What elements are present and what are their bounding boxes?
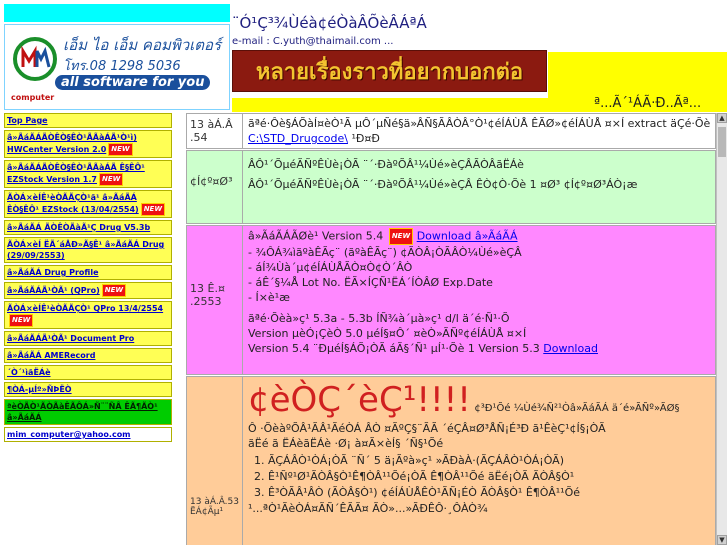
sidebar-item[interactable]: â»ÃáÃÁ AMERecord	[4, 348, 172, 363]
row-content: ãªé·Ôè§ÁÕàÍ¤èÒ¹Ã µÔ´µÑé§ä»ÂÑ§ÃÂÒÂ°Ò¹¢éÍÁ…	[244, 114, 715, 148]
row-content: ¢èÒÇ´èÇ¹!!!! ¢³Ð¹Õé ¼Ùé¾Ñ²¹Òâ»ÃáÃÁ ä´é»Ã…	[244, 377, 715, 545]
list-item: Ê¹Ñº¹Ø¹ÃÒÂ§Ò¹Ê¶ÒÂ¹¹Õé¡ÒÃ Ê¶ÒÂ¹¹Õé ãËé¡ÒÃ…	[268, 469, 711, 485]
row-line: Ô ·ÕèàºÕÂ¹ÃÂ¹ÃéÒÁ ÂÒ ¤ÃºÇ§¨ÃÃ ´éÇÂ¤Ø³ÅÑ¡…	[248, 421, 711, 436]
sidebar-item-label: ÃÒÁ×èÍÊ¹èÒÃÃÇÒ¹ã¹ â»ÃáÃÁ ÊÒ§ÊÔ¹ EZStock …	[7, 193, 139, 214]
new-badge: NEW	[102, 284, 126, 297]
row-text: ¢³Ð¹Õé ¼Ùé¾Ñ²¹Òâ»ÃáÃÁ ä´é»ÃÑº»ÃØ§	[474, 403, 679, 414]
sidebar-item-label: â»ÃáÃÁ ÃÒÊÒÃàÃ¹Ç Drug V5.3b	[7, 223, 150, 232]
row-line: ãËé ã ËÁèãËÁè ·Ø¡ à¤Ã×èÍ§ ´Ñ§¹Õé	[248, 436, 711, 451]
sidebar-nav: Top Page â»ÃáÃÁÃÒÊÒ§ÊÒ¹ÃÃàÁÃ¹Ò¹ì) HWCente…	[4, 113, 172, 444]
news-headline: ¢èÒÇ´èÇ¹!!!!	[248, 380, 471, 420]
sidebar-item-label: â»ÃáÃÁ Drug Profile	[7, 268, 99, 277]
sidebar-item[interactable]: ÃÒÁ×èÍ ËÃ´áÅÐ»Ã§Ê¹ â»ÃáÃÁ Drug (29/09/25…	[4, 237, 172, 263]
row-line: - ¾ÔÁ¾ìãºàÊÃç¨ (ãºàÊÃç¨) ¢ÃÒÂ¡ÒÃÂÒ¼Ùé»èÇ…	[248, 245, 711, 260]
content-table: 13 àÁ.Â .54 ãªé·Ôè§ÁÕàÍ¤èÒ¹Ã µÔ´µÑé§ä»ÂÑ…	[186, 113, 716, 545]
sidebar-item-label: ´Ò´¹ìãËÁè	[7, 368, 51, 377]
row-line: Version 5.4 ¨ÐµéÍ§ÁÕ¡ÒÃ áÃ§´Ñ¹ µÍ¹·Õè 1 …	[248, 341, 711, 356]
list-item: ÃÇÁÂÒ¹ÒÁ¡ÒÃ ¨Ñ´ 5 ä¡Ãºà»ç¹ »ÃÐàÀ·(ÃÇÁÂÒ¹…	[268, 453, 711, 469]
sidebar-item-label: ¶ÒÁ-µÍº»ÑÞËÒ	[7, 385, 72, 394]
row-tail: ¹Ð¤Ð	[351, 132, 379, 145]
sidebar-item-label: ÃÒÁ×èÍÊ¹èÒÃÃÇÒ¹ QPro 13/4/2554	[7, 304, 163, 313]
new-badge: NEW	[389, 228, 413, 245]
row-date: 13 àÁ.Â .54	[187, 114, 243, 148]
vertical-scrollbar[interactable]: ▲ ▼	[716, 113, 727, 545]
row-line: ÂÔ¹´Õµé͹ÃÑºÊÙè¡ÒÃ ¨´·ÐàºÕÂ¹¼Ùé»èÇÂ ÊÒ¢Ò·…	[248, 175, 711, 195]
row-line: - áÍ¾Ùà´µ¢éÍÁÙÅÃÒ¤Ò¢Ò´ÂÒ	[248, 260, 711, 275]
sidebar-item-label: â»ÃáÃÁÃ¹ÒÃ¹ Document Pro	[7, 334, 134, 343]
sidebar-item[interactable]: â»ÃáÃÁÃ¹ÒÃ¹ Document Pro	[4, 331, 172, 346]
sidebar-item[interactable]: ÃÒÁ×èÍÊ¹èÒÃÃÇÒ¹ã¹ â»ÃáÃÁ ÊÒ§ÊÔ¹ EZStock …	[4, 190, 172, 218]
row-text: ãªé·Ôè§ÁÕàÍ¤èÒ¹Ã µÔ´µÑé§ä»ÂÑ§ÃÂÒÂ°Ò¹¢éÍÁ…	[248, 117, 710, 130]
download-link[interactable]: Download â»ÃáÃÁ	[417, 230, 518, 243]
row-content: ÂÔ¹´Õµé͹ÃÑºÊÙè¡ÒÃ ¨´·ÐàºÕÂ¹¼Ùé»èÇÂÃÒÂãËÁ…	[244, 151, 715, 223]
new-badge: NEW	[141, 203, 165, 216]
header-email[interactable]: e-mail : C.yuth@thaimail.com ...	[232, 36, 393, 47]
sidebar-item[interactable]: â»ÃáÃÁÃÒÊÒ§ÊÒ¹ÃÃàÁÃ Ê§ÊÔ¹ EZStock Versio…	[4, 160, 172, 188]
scroll-up-icon[interactable]: ▲	[717, 113, 727, 123]
sidebar-item-label: â»ÃáÃÁÃÒÊÒ§ÊÒ¹ÃÃàÁÃ Ê§ÊÔ¹ EZStock Versio…	[7, 163, 145, 184]
row-content: â»ÃáÃÁÃØè¹ Version 5.4 NEW Download â»Ãá…	[244, 226, 715, 374]
version-text: â»ÃáÃÁÃØè¹ Version 5.4	[248, 230, 383, 243]
mim-logo-icon	[11, 33, 59, 91]
table-row: 13 Ê.¤ .2553 â»ÃáÃÁÃØè¹ Version 5.4 NEW …	[186, 225, 716, 375]
new-badge: NEW	[9, 314, 33, 327]
scroll-thumb[interactable]	[718, 127, 726, 157]
row-line: - Í×è¹æ	[248, 290, 711, 305]
row-line: - áÊ´§¼Å Lot No. ËÃ×ÍÇÑ¹ËÁ´ÍÒÂØ Exp.Date	[248, 275, 711, 290]
table-row: ¢Í¢º¤Ø³ ÂÔ¹´Õµé͹ÃÑºÊÙè¡ÒÃ ¨´·ÐàºÕÂ¹¼Ùé»è…	[186, 150, 716, 224]
sidebar-item[interactable]: â»ÃáÃÁÃ¹ÒÃ¹ (QPro) NEW	[4, 282, 172, 299]
header-banner: หลายเรื่องราวที่อยากบอกต่อ	[232, 50, 547, 92]
sidebar-item[interactable]: ´Ò´¹ìãËÁè	[4, 365, 172, 380]
sidebar-item-label: Top Page	[7, 116, 48, 125]
sidebar-item[interactable]: â»ÃáÃÁ Drug Profile	[4, 265, 172, 280]
table-row: 13 àÁ.Â.53 ËÁ¢Ãµ¹ ¢èÒÇ´èÇ¹!!!! ¢³Ð¹Õé ¼Ù…	[186, 376, 716, 545]
sidebar-item-label: mim_computer@yahoo.com	[7, 430, 131, 439]
row-line: ÂÔ¹´Õµé͹ÃÑºÊÙè¡ÒÃ ¨´·ÐàºÕÂ¹¼Ùé»èÇÂÃÒÂãËÁ…	[248, 155, 711, 175]
sidebar-item[interactable]: ÃÒÁ×èÍÊ¹èÒÃÃÇÒ¹ QPro 13/4/2554NEW	[4, 301, 172, 329]
row-date: 13 àÁ.Â.53 ËÁ¢Ãµ¹	[187, 377, 243, 545]
yellow-band	[548, 52, 727, 102]
sidebar-item[interactable]: ªèÒÃÒ¹ÃÒÃàÊÃÔÁ»Ñ¨¨ÑÂ ÊÃ¶ÃÒ¹ â»ÃáÃÁ	[4, 399, 172, 425]
scroll-down-icon[interactable]: ▼	[717, 535, 727, 545]
new-badge: NEW	[108, 143, 132, 156]
sidebar-item-label: â»ÃáÃÁ AMERecord	[7, 351, 95, 360]
logo-phone: โทร.08 1298 5036	[63, 55, 181, 76]
row-line: ¹...ªÒ¹ÃèÒÁ¤ÃÑ´ÊÃÃ¤ ÃÒ»...»ÃÐÊÔ·¸ÔÀÒ¾	[248, 501, 711, 516]
row-line: Version µèÓ¡ÇèÒ 5.0 µéÍ§¤Ô´ ¤èÒ»ÃÑº¢éÍÁÙ…	[248, 326, 711, 341]
logo-subbrand: computer	[11, 93, 54, 102]
sidebar-item[interactable]: ¶ÒÁ-µÍº»ÑÞËÒ	[4, 382, 172, 397]
drugcode-path-link[interactable]: C:\STD_Drugcode\	[248, 132, 348, 145]
sidebar-item[interactable]: â»ÃáÃÁ ÃÒÊÒÃàÃ¹Ç Drug V5.3b	[4, 220, 172, 235]
sidebar-item-label: ªèÒÃÒ¹ÃÒÃàÊÃÔÁ»Ñ¨¨ÑÂ ÊÃ¶ÃÒ¹ â»ÃáÃÁ	[7, 402, 158, 422]
row-text: Version 5.4 ¨ÐµéÍ§ÁÕ¡ÒÃ áÃ§´Ñ¹ µÍ¹·Õè 1 …	[248, 342, 540, 355]
sidebar-item[interactable]: â»ÃáÃÁÃÒÊÒ§ÊÒ¹ÃÃàÁÃ¹Ò¹ì) HWCenter Versio…	[4, 130, 172, 158]
row-line: â»ÃáÃÁÃØè¹ Version 5.4 NEW Download â»Ãá…	[248, 228, 711, 245]
table-row: 13 àÁ.Â .54 ãªé·Ôè§ÁÕàÍ¤èÒ¹Ã µÔ´µÑé§ä»ÂÑ…	[186, 113, 716, 149]
page-title: ¨Ó¹Ç³¾Ùéà¢éÒàÂÕèÂÁªÁ	[232, 14, 427, 32]
sidebar-item[interactable]: mim_computer@yahoo.com	[4, 427, 172, 442]
sidebar-item-label: ÃÒÁ×èÍ ËÃ´áÅÐ»Ã§Ê¹ â»ÃáÃÁ Drug (29/09/25…	[7, 240, 164, 260]
top-cyan-bar	[4, 4, 230, 22]
logo-brand-text: เอ็ม ไอ เอ็ม คอมพิวเตอร์	[63, 33, 221, 57]
list-item: Ê³ÒÃÂ¹ÂÒ (ÃÒÂ§Ò¹) ¢éÍÁÙÅÊÒ¹ÃÑ¡ÉÒ ÃÒÂ§Ò¹ …	[268, 485, 711, 501]
sidebar-item-label: â»ÃáÃÁÃ¹ÒÃ¹ (QPro)	[7, 286, 100, 295]
new-badge: NEW	[99, 173, 123, 186]
download-link-2[interactable]: Download	[543, 342, 598, 355]
marquee-text: ª...Ã´¹ÁÃ·Ð..Ãª...	[594, 96, 701, 111]
row-date: ¢Í¢º¤Ø³	[187, 151, 243, 223]
site-logo[interactable]: เอ็ม ไอ เอ็ม คอมพิวเตอร์ โทร.08 1298 503…	[4, 24, 230, 110]
row-line: ãªé·Õèà»ç¹ 5.3a - 5.3b ÍÑ¾à´µà»ç¹ d/l ä´…	[248, 311, 711, 326]
logo-slogan: all software for you	[55, 75, 210, 90]
feature-list: ÃÇÁÂÒ¹ÒÁ¡ÒÃ ¨Ñ´ 5 ä¡Ãºà»ç¹ »ÃÐàÀ·(ÃÇÁÂÒ¹…	[268, 453, 711, 501]
row-date: 13 Ê.¤ .2553	[187, 226, 243, 374]
sidebar-item[interactable]: Top Page	[4, 113, 172, 128]
